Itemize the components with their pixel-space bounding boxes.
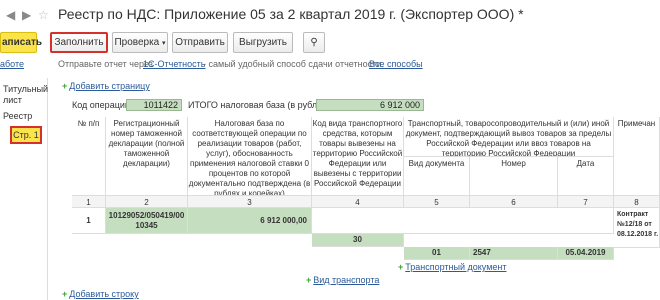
fill-button[interactable]: Заполнить: [50, 32, 108, 53]
arrow-right-icon[interactable]: ▶: [22, 7, 36, 23]
transport-code-field[interactable]: 30: [312, 234, 404, 247]
doc-date-field[interactable]: 05.04.2019: [558, 247, 614, 260]
arrow-left-icon[interactable]: ◀: [6, 7, 20, 23]
plus-icon: +: [62, 81, 68, 91]
1c-reporting-link[interactable]: 1С-Отчетность: [143, 59, 205, 69]
row-empty-area: [312, 208, 614, 234]
header-col-3: Налоговая база по соответствующей операц…: [188, 117, 312, 196]
sidebar-item-title-2[interactable]: лист: [3, 95, 22, 105]
send-button[interactable]: Отправить: [172, 32, 228, 53]
col-number: 7: [558, 196, 614, 208]
attach-button[interactable]: ⚲: [303, 32, 325, 53]
header-col-1: № п/п: [72, 117, 106, 196]
note-field[interactable]: Контракт №12/18 от 08.12.2018 г.: [614, 208, 660, 248]
header-col-6: Номер: [470, 157, 558, 196]
window-title: Реестр по НДС: Приложение 05 за 2 кварта…: [58, 6, 524, 22]
col-number: 4: [312, 196, 404, 208]
title-bar: ◀ ▶ ☆ Реестр по НДС: Приложение 05 за 2 …: [0, 0, 660, 30]
col-number: 3: [188, 196, 312, 208]
star-icon[interactable]: ☆: [38, 7, 52, 23]
chevron-down-icon: ▾: [162, 40, 166, 47]
total-field: 6 912 000: [316, 99, 424, 111]
add-row-link[interactable]: + Добавить строку: [62, 289, 139, 299]
doc-type-field[interactable]: 01: [404, 247, 470, 260]
info-middle-text: - самый удобный способ сдачи отчетности.: [203, 59, 384, 69]
check-button[interactable]: Проверка ▾: [112, 32, 168, 53]
sidebar: Титульный лист Реестр Стр. 1: [0, 78, 48, 300]
header-col-4: Код вида транспортного средства, которым…: [312, 117, 404, 196]
add-transport-link[interactable]: + Вид транспорта: [306, 275, 379, 285]
sidebar-item-register[interactable]: Реестр: [3, 111, 32, 121]
add-page-link[interactable]: + Добавить страницу: [62, 81, 150, 91]
header-col-2: Регистрационный номер таможенной деклара…: [106, 117, 188, 196]
header-col-5-group: Транспортный, товаросопроводительный и (…: [404, 117, 614, 157]
col-number: 1: [72, 196, 106, 208]
about-link[interactable]: аботе: [0, 59, 24, 69]
col-number: 8: [614, 196, 660, 208]
col-number: 5: [404, 196, 470, 208]
info-text: Отправьте отчет через: [58, 59, 153, 69]
upload-button[interactable]: Выгрузить: [233, 32, 293, 53]
check-button-label: Проверка: [114, 37, 160, 48]
all-methods-link[interactable]: Все способы: [369, 59, 423, 69]
row-number: 1: [72, 208, 106, 234]
tax-base-field[interactable]: 6 912 000,00: [188, 208, 312, 234]
write-button[interactable]: аписать: [0, 32, 42, 53]
plus-icon: +: [398, 262, 404, 272]
col-number: 2: [106, 196, 188, 208]
header-col-5: Вид документа: [404, 157, 470, 196]
header-col-8: Примечан: [614, 117, 660, 196]
declaration-field[interactable]: 10129052/050419/00 10345: [106, 208, 188, 234]
sidebar-item-page-1[interactable]: Стр. 1: [10, 126, 42, 144]
plus-icon: +: [306, 275, 312, 285]
header-col-7: Дата: [558, 157, 614, 196]
op-code-label: Код операции:: [72, 100, 133, 110]
add-doc-link[interactable]: + Транспортный документ: [398, 262, 507, 272]
plus-icon: +: [62, 289, 68, 299]
paperclip-icon: ⚲: [310, 37, 318, 48]
toolbar: аписать Заполнить Проверка ▾ Отправить В…: [0, 30, 660, 56]
info-line: аботе Отправьте отчет через 1С-Отчетност…: [0, 59, 660, 73]
sidebar-item-title[interactable]: Титульный: [3, 84, 48, 94]
doc-number-field[interactable]: 2547: [470, 247, 558, 260]
total-label: ИТОГО налоговая база (в рублях):: [188, 100, 333, 110]
op-code-field[interactable]: 1011422: [126, 99, 182, 111]
col-number: 6: [470, 196, 558, 208]
